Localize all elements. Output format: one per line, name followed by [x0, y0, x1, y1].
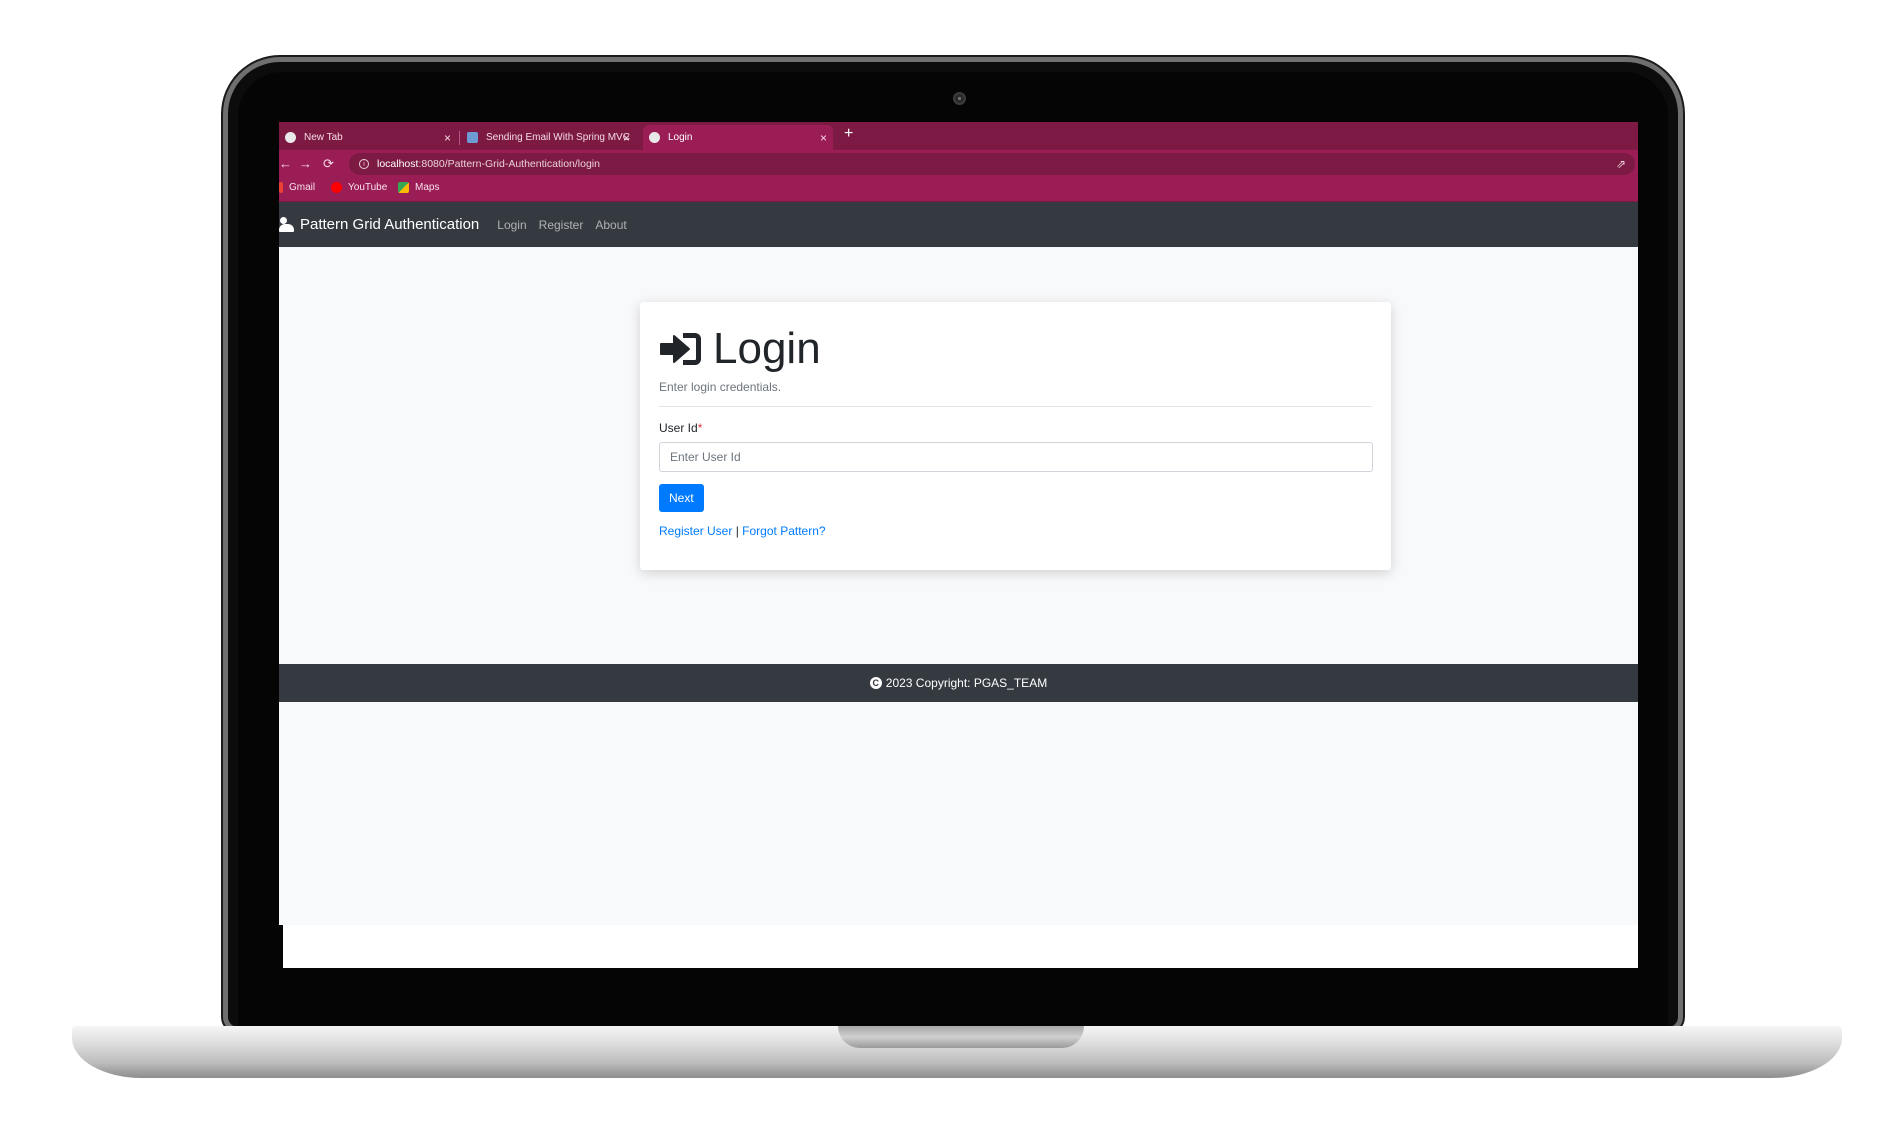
forward-arrow-icon[interactable]: → — [299, 156, 312, 171]
login-title: Login — [713, 324, 821, 373]
footer-text: 2023 Copyright: PGAS_TEAM — [885, 676, 1048, 690]
tab-title: Login — [668, 132, 693, 143]
nav-link-login[interactable]: Login — [497, 218, 526, 232]
brand-text: Pattern Grid Authentication — [300, 216, 480, 233]
youtube-icon — [331, 182, 342, 193]
bookmark-youtube[interactable]: YouTube — [331, 182, 387, 193]
gmail-icon — [279, 182, 283, 193]
tab-strip: New Tab × Sending Email With Spring MVC … — [279, 122, 1638, 150]
bookmark-label: YouTube — [348, 182, 388, 193]
login-subtitle: Enter login credentials. — [659, 380, 782, 394]
globe-icon — [649, 132, 660, 143]
navbar-brand[interactable]: Pattern Grid Authentication — [279, 216, 479, 233]
close-icon[interactable]: × — [820, 131, 827, 145]
forgot-pattern-link[interactable]: Forgot Pattern? — [742, 524, 825, 538]
bookmark-maps[interactable]: Maps — [398, 182, 439, 193]
copyright-icon: C — [869, 677, 882, 689]
bookmark-label: Gmail — [289, 182, 316, 193]
user-id-label: User Id* — [659, 421, 1372, 435]
login-heading: Login — [659, 324, 1372, 374]
tab-title: New Tab — [304, 132, 343, 143]
url-field[interactable]: i localhost :8080/Pattern-Grid-Authentic… — [349, 153, 1635, 175]
url-path: :8080/Pattern-Grid-Authentication/login — [418, 158, 600, 170]
site-navbar: Pattern Grid Authentication Login Regist… — [279, 202, 1638, 247]
info-icon[interactable]: i — [359, 159, 369, 169]
link-separator: | — [735, 524, 739, 538]
bookmark-label: Maps — [415, 182, 440, 193]
tab-new-tab[interactable]: New Tab × — [279, 125, 457, 150]
user-id-input[interactable] — [659, 442, 1373, 472]
screen: New Tab × Sending Email With Spring MVC … — [279, 122, 1638, 968]
back-arrow-icon[interactable]: ← — [279, 156, 292, 171]
tab-sending-email[interactable]: Sending Email With Spring MVC × — [461, 125, 636, 150]
new-tab-button[interactable]: + — [844, 125, 853, 143]
url-host: localhost — [377, 158, 419, 170]
page-footer: C 2023 Copyright: PGAS_TEAM — [279, 664, 1638, 702]
screen-bottom-strip — [279, 925, 1638, 968]
tab-login[interactable]: Login × — [643, 125, 833, 150]
reload-icon[interactable]: ⟳ — [323, 156, 334, 172]
required-mark: * — [697, 421, 703, 435]
bookmarks-bar: Gmail YouTube Maps — [279, 178, 1638, 202]
divider — [659, 406, 1372, 407]
register-user-link[interactable]: Register User — [659, 524, 732, 538]
spring-icon — [467, 132, 478, 143]
close-icon[interactable]: × — [444, 131, 451, 145]
next-button[interactable]: Next — [659, 484, 704, 512]
nav-link-register[interactable]: Register — [539, 218, 584, 232]
login-links: Register User | Forgot Pattern? — [659, 524, 1372, 538]
close-icon[interactable]: × — [623, 131, 630, 145]
user-lock-icon — [279, 217, 295, 232]
address-bar: ← → ⟳ i localhost :8080/Pattern-Grid-Aut… — [279, 150, 1638, 178]
sign-in-icon — [660, 333, 701, 365]
tab-title: Sending Email With Spring MVC — [486, 132, 630, 143]
webcam-icon — [953, 92, 966, 105]
laptop-hinge-notch — [838, 1026, 1084, 1048]
user-id-label-text: User Id — [659, 421, 698, 435]
chrome-icon — [285, 132, 296, 143]
bookmark-gmail[interactable]: Gmail — [279, 182, 315, 193]
nav-link-about[interactable]: About — [595, 218, 626, 232]
share-icon[interactable]: ⇗ — [1616, 157, 1626, 171]
maps-icon — [398, 182, 409, 193]
login-card: Login Enter login credentials. User Id* … — [640, 302, 1391, 570]
